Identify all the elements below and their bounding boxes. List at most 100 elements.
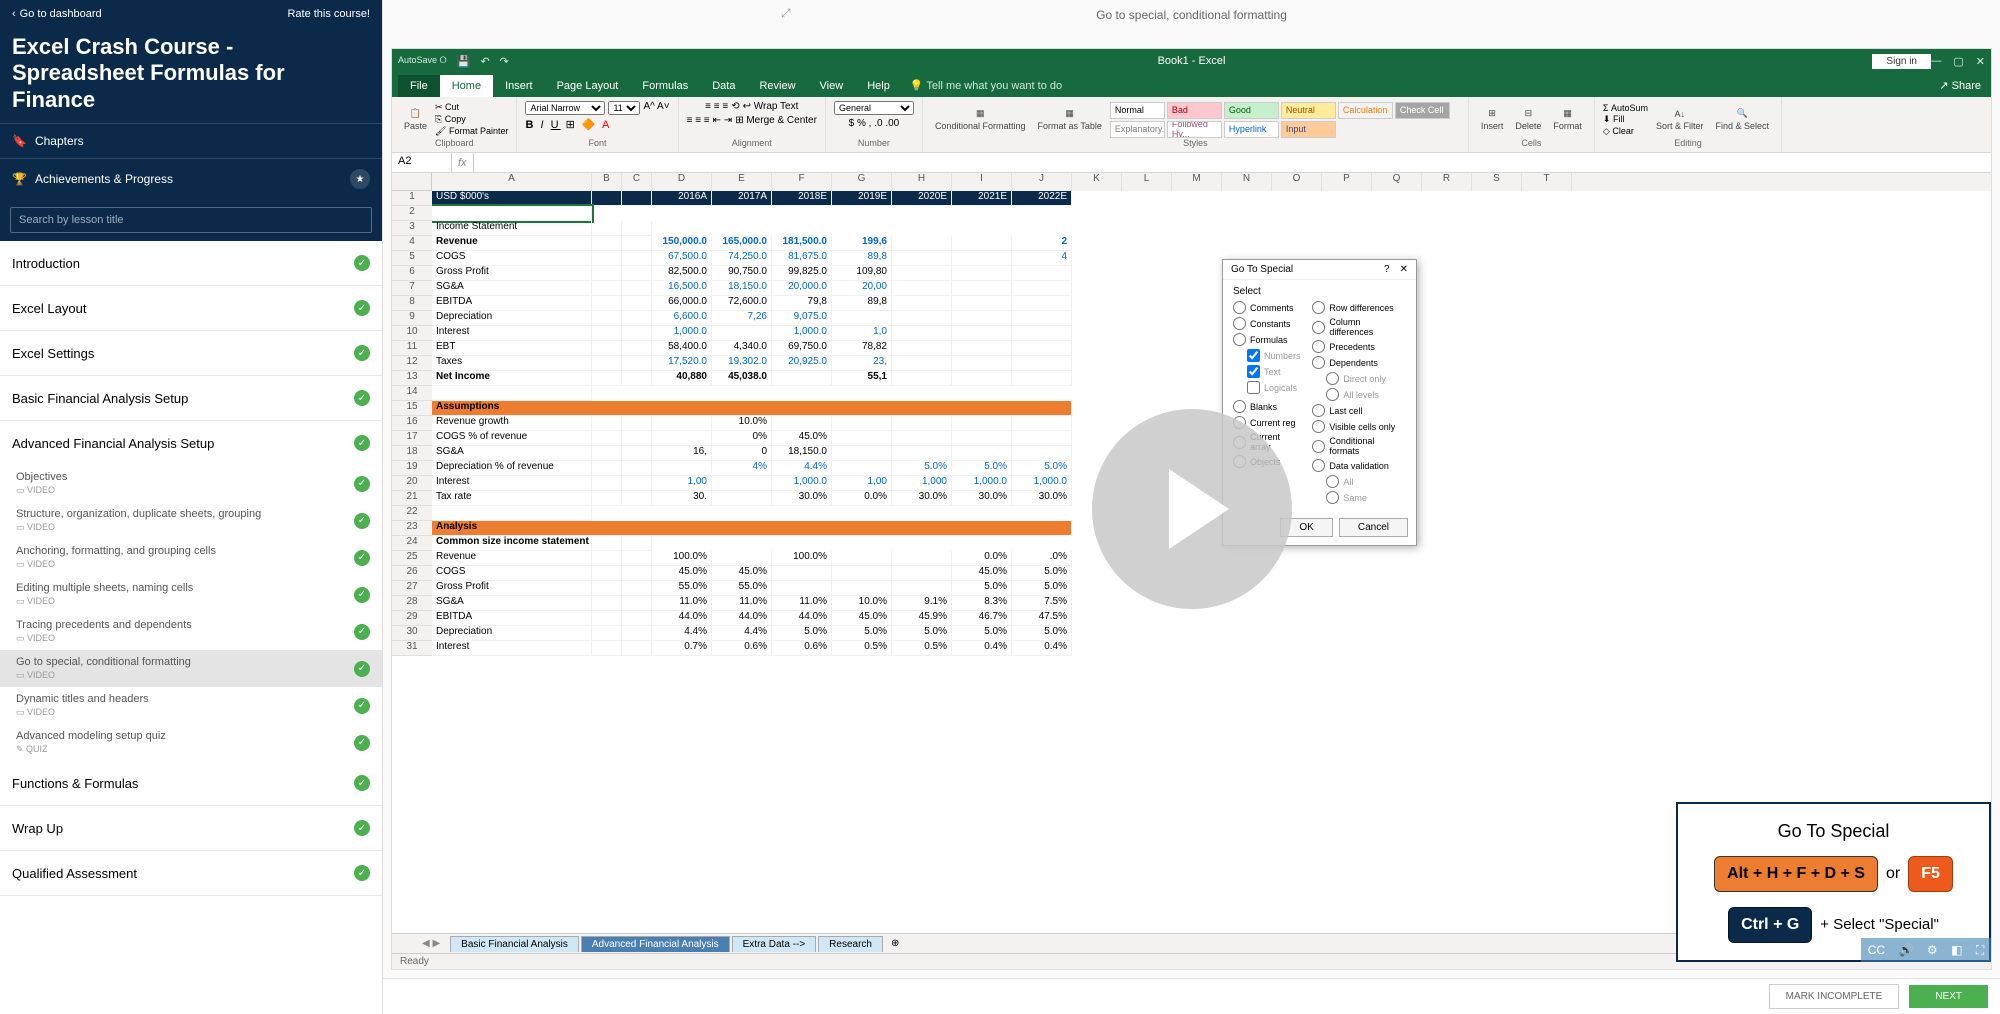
column-header[interactable]: R: [1422, 173, 1472, 191]
merge-center-button[interactable]: ⊞ Merge & Center: [735, 115, 817, 126]
lesson-item[interactable]: Tracing precedents and dependents▭ VIDEO…: [0, 613, 382, 650]
chapter-item[interactable]: Excel Layout✓: [0, 286, 382, 331]
add-sheet-button[interactable]: ⊕: [891, 938, 899, 949]
row-header[interactable]: 6: [392, 266, 432, 281]
row-header[interactable]: 4: [392, 236, 432, 251]
achievements-nav[interactable]: 🏆 Achievements & Progress ★: [0, 158, 382, 199]
row-header[interactable]: 2: [392, 206, 432, 221]
column-header[interactable]: H: [892, 173, 952, 191]
row-header[interactable]: 8: [392, 296, 432, 311]
column-header[interactable]: D: [652, 173, 712, 191]
ribbon-tab-page-layout[interactable]: Page Layout: [545, 75, 631, 97]
column-header[interactable]: A: [432, 173, 592, 191]
lesson-item[interactable]: Advanced modeling setup quiz✎ QUIZ✓: [0, 724, 382, 761]
autosum-button[interactable]: Σ AutoSum: [1603, 103, 1648, 113]
fullscreen-icon[interactable]: ⤢: [781, 6, 791, 21]
fx-icon[interactable]: fx: [458, 157, 467, 169]
lesson-item[interactable]: Structure, organization, duplicate sheet…: [0, 502, 382, 539]
column-header[interactable]: K: [1072, 173, 1122, 191]
row-header[interactable]: 30: [392, 626, 432, 641]
sheet-tab[interactable]: Basic Financial Analysis: [450, 936, 579, 952]
row-header[interactable]: 7: [392, 281, 432, 296]
ribbon-tab-insert[interactable]: Insert: [493, 75, 545, 97]
column-header[interactable]: C: [622, 173, 652, 191]
row-header[interactable]: 17: [392, 431, 432, 446]
chapter-item[interactable]: Wrap Up✓: [0, 806, 382, 851]
column-header[interactable]: M: [1172, 173, 1222, 191]
ribbon-tab-help[interactable]: Help: [855, 75, 902, 97]
fullscreen-video-icon[interactable]: ⛶: [1976, 943, 1984, 958]
settings-icon[interactable]: ⚙: [1927, 943, 1938, 957]
font-family-select[interactable]: Arial Narrow: [525, 101, 605, 115]
fill-button[interactable]: ⬇ Fill: [1603, 114, 1648, 125]
close-icon[interactable]: ✕: [1976, 55, 1985, 68]
back-to-dashboard-link[interactable]: ‹ Go to dashboard: [12, 8, 102, 20]
row-header[interactable]: 29: [392, 611, 432, 626]
row-header[interactable]: 9: [392, 311, 432, 326]
format-as-table-button[interactable]: ▦Format as Table: [1033, 106, 1105, 133]
lesson-item[interactable]: Editing multiple sheets, naming cells▭ V…: [0, 576, 382, 613]
column-header[interactable]: S: [1472, 173, 1522, 191]
ribbon-tab-review[interactable]: Review: [747, 75, 807, 97]
row-header[interactable]: 5: [392, 251, 432, 266]
row-header[interactable]: 26: [392, 566, 432, 581]
chapter-item[interactable]: Excel Settings✓: [0, 331, 382, 376]
row-header[interactable]: 10: [392, 326, 432, 341]
ribbon-tab-file[interactable]: File: [398, 75, 440, 97]
lesson-search-input[interactable]: [10, 207, 372, 233]
clear-button[interactable]: ◇ Clear: [1603, 126, 1648, 137]
row-header[interactable]: 31: [392, 641, 432, 656]
column-header[interactable]: J: [1012, 173, 1072, 191]
cc-icon[interactable]: CC: [1868, 943, 1885, 957]
play-button[interactable]: [1092, 409, 1292, 609]
close-icon[interactable]: ✕: [1400, 264, 1408, 275]
wrap-text-button[interactable]: ↩ Wrap Text: [743, 101, 799, 112]
ribbon-tab-home[interactable]: Home: [440, 75, 493, 97]
ribbon-tab-view[interactable]: View: [808, 75, 856, 97]
row-header[interactable]: 27: [392, 581, 432, 596]
share-button[interactable]: ↗ Share: [1929, 74, 1991, 97]
ribbon-tab-formulas[interactable]: Formulas: [630, 75, 700, 97]
row-header[interactable]: 13: [392, 371, 432, 386]
column-header[interactable]: G: [832, 173, 892, 191]
sheet-tab[interactable]: Extra Data -->: [732, 936, 817, 952]
lesson-item[interactable]: Dynamic titles and headers▭ VIDEO✓: [0, 687, 382, 724]
format-cells-button[interactable]: ▦Format: [1549, 106, 1586, 133]
column-header[interactable]: E: [712, 173, 772, 191]
chapter-item[interactable]: Advanced Financial Analysis Setup✓: [0, 421, 382, 465]
lesson-item[interactable]: Objectives▭ VIDEO✓: [0, 465, 382, 502]
column-header[interactable]: P: [1322, 173, 1372, 191]
tell-me-input[interactable]: 💡 Tell me what you want to do: [902, 74, 1070, 97]
row-header[interactable]: 20: [392, 476, 432, 491]
pip-icon[interactable]: ◧: [1951, 943, 1962, 957]
cancel-button[interactable]: Cancel: [1339, 518, 1408, 537]
insert-cells-button[interactable]: ⊞Insert: [1477, 106, 1508, 133]
chapter-item[interactable]: Qualified Assessment✓: [0, 851, 382, 896]
copy-button[interactable]: ⎘ Copy: [435, 114, 508, 125]
row-header[interactable]: 22: [392, 506, 432, 521]
conditional-formatting-button[interactable]: ▦Conditional Formatting: [931, 106, 1030, 133]
sheet-tab[interactable]: Research: [818, 936, 883, 952]
row-header[interactable]: 16: [392, 416, 432, 431]
lesson-item[interactable]: Go to special, conditional formatting▭ V…: [0, 650, 382, 687]
sort-filter-button[interactable]: A↓Sort & Filter: [1652, 107, 1708, 133]
row-header[interactable]: 3: [392, 221, 432, 236]
font-size-select[interactable]: 11: [608, 101, 640, 115]
ribbon-tab-data[interactable]: Data: [700, 75, 747, 97]
mark-incomplete-button[interactable]: MARK INCOMPLETE: [1769, 984, 1900, 1009]
lesson-item[interactable]: Anchoring, formatting, and grouping cell…: [0, 539, 382, 576]
volume-icon[interactable]: 🔊: [1899, 943, 1914, 957]
column-header[interactable]: L: [1122, 173, 1172, 191]
row-header[interactable]: 18: [392, 446, 432, 461]
redo-icon[interactable]: ↷: [500, 55, 509, 68]
row-header[interactable]: 28: [392, 596, 432, 611]
cell-styles-gallery[interactable]: NormalBadGoodNeutralCalculationCheck Cel…: [1110, 102, 1460, 138]
column-header[interactable]: Q: [1372, 173, 1422, 191]
paste-button[interactable]: 📋Paste: [400, 106, 431, 133]
formula-input[interactable]: [474, 153, 1991, 172]
row-header[interactable]: 12: [392, 356, 432, 371]
row-header[interactable]: 21: [392, 491, 432, 506]
row-header[interactable]: 25: [392, 551, 432, 566]
find-select-button[interactable]: 🔍Find & Select: [1712, 106, 1774, 133]
rate-course-link[interactable]: Rate this course!: [287, 8, 370, 20]
